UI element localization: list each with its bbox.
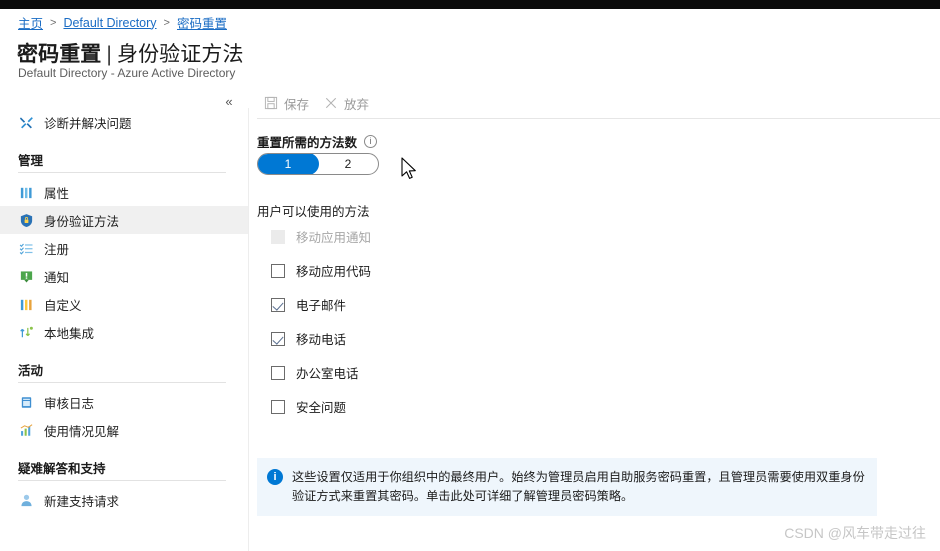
sidebar-item-label: 新建支持请求	[44, 494, 120, 509]
page-subtitle: Default Directory - Azure Active Directo…	[18, 66, 236, 80]
command-bar-divider	[257, 118, 940, 119]
sidebar-divider	[18, 382, 226, 383]
save-floppy-icon	[263, 96, 278, 111]
sidebar-item-usage-insights[interactable]: 使用情况见解	[0, 416, 248, 444]
sidebar-item-authentication-methods[interactable]: 身份验证方法	[0, 206, 248, 234]
checkbox-label: 电子邮件	[296, 299, 347, 313]
checkbox-security-questions[interactable]	[271, 399, 285, 414]
sidebar-item-registration[interactable]: 注册	[0, 234, 248, 262]
checkbox-label: 移动应用通知	[296, 231, 372, 245]
customization-bars-icon	[18, 296, 34, 312]
sidebar-item-label: 身份验证方法	[44, 214, 120, 229]
wrench-screwdriver-icon	[18, 114, 34, 130]
checkbox-row-mobile-app-code[interactable]: 移动应用代码	[271, 262, 371, 279]
properties-icon	[18, 184, 34, 200]
sidebar-item-label: 注册	[44, 242, 70, 257]
sidebar-divider	[18, 172, 226, 173]
sidebar-divider	[18, 480, 226, 481]
sidebar-group-title-support: 疑难解答和支持	[18, 462, 106, 476]
info-filled-icon: i	[267, 469, 283, 485]
sidebar-item-properties[interactable]: 属性	[0, 178, 248, 206]
sidebar-item-label: 审核日志	[44, 396, 95, 411]
page-title: 密码重置 | 身份验证方法	[17, 38, 244, 68]
checkbox-row-security-questions[interactable]: 安全问题	[271, 398, 371, 415]
sidebar-item-new-support-request[interactable]: 新建支持请求	[0, 486, 248, 514]
checkbox-row-mobile-phone[interactable]: 移动电话	[271, 330, 371, 347]
checkbox-label: 安全问题	[296, 401, 347, 415]
shield-lock-icon	[18, 212, 34, 228]
breadcrumb-item-password-reset[interactable]: 密码重置	[177, 13, 227, 32]
sidebar: 诊断并解决问题 管理 属性 身份验证方法 注册 通知 自定义 本地集成 活动 审…	[0, 108, 248, 551]
checkbox-row-mobile-app-notification: 移动应用通知	[271, 228, 371, 245]
methods-required-label: 重置所需的方法数	[257, 136, 358, 150]
notification-icon	[18, 268, 34, 284]
discard-button[interactable]: 放弃	[323, 92, 369, 114]
checkbox-label: 移动应用代码	[296, 265, 372, 279]
methods-required-toggle[interactable]: 1 2	[257, 153, 379, 175]
page-title-secondary: 身份验证方法	[116, 43, 244, 66]
audit-log-icon	[18, 394, 34, 410]
info-banner-text: 这些设置仅适用于你组织中的最终用户。始终为管理员启用自助服务密码重置，且管理员需…	[292, 468, 865, 506]
sidebar-item-customization[interactable]: 自定义	[0, 290, 248, 318]
usable-methods-list: 移动应用通知 移动应用代码 电子邮件 移动电话 办公室电话 安全问题	[271, 228, 371, 432]
methods-required-option-2[interactable]: 2	[318, 154, 378, 174]
breadcrumb-item-home[interactable]: 主页	[18, 13, 43, 32]
info-banner: i 这些设置仅适用于你组织中的最终用户。始终为管理员启用自助服务密码重置，且管理…	[257, 458, 877, 516]
sidebar-item-audit-logs[interactable]: 审核日志	[0, 388, 248, 416]
checkbox-office-phone[interactable]	[271, 365, 285, 380]
on-premises-integration-icon	[18, 324, 34, 340]
sidebar-item-label: 自定义	[44, 298, 82, 313]
methods-required-option-1[interactable]: 1	[258, 154, 319, 174]
close-x-icon	[323, 96, 338, 111]
usable-methods-label: 用户可以使用的方法	[257, 205, 370, 219]
page-title-divider: |	[106, 43, 112, 66]
info-circle-icon[interactable]: i	[364, 135, 378, 148]
content-pane: 保存 放弃 重置所需的方法数 i 1 2 用户可以使用的方法 移动应用通知 移动…	[249, 86, 940, 551]
breadcrumb-separator-icon: >	[163, 16, 170, 29]
sidebar-item-label: 使用情况见解	[44, 424, 120, 439]
checkbox-mobile-phone[interactable]	[271, 331, 285, 346]
sidebar-group-title-activity: 活动	[18, 364, 44, 378]
sidebar-item-diagnose[interactable]: 诊断并解决问题	[0, 108, 248, 136]
breadcrumb-separator-icon: >	[50, 16, 57, 29]
checkbox-mobile-app-code[interactable]	[271, 263, 285, 278]
checkbox-label: 办公室电话	[296, 367, 359, 381]
checkbox-row-email[interactable]: 电子邮件	[271, 296, 371, 313]
save-button-label: 保存	[284, 97, 310, 112]
azure-portal-screen: 主页 > Default Directory > 密码重置 密码重置 | 身份验证方…	[0, 0, 940, 551]
sidebar-item-on-premises-integration[interactable]: 本地集成	[0, 318, 248, 346]
save-button[interactable]: 保存	[263, 92, 309, 114]
sidebar-item-notifications[interactable]: 通知	[0, 262, 248, 290]
breadcrumb-item-directory[interactable]: Default Directory	[63, 16, 156, 30]
sidebar-item-label: 本地集成	[44, 326, 95, 341]
registration-list-icon	[18, 240, 34, 256]
checkbox-row-office-phone[interactable]: 办公室电话	[271, 364, 371, 381]
new-support-request-icon	[18, 492, 34, 508]
checkbox-mobile-app-notification	[271, 229, 285, 244]
sidebar-item-label: 通知	[44, 270, 70, 285]
discard-button-label: 放弃	[344, 97, 370, 112]
sidebar-group-title-manage: 管理	[18, 154, 44, 168]
sidebar-item-label: 属性	[44, 186, 70, 201]
checkbox-label: 移动电话	[296, 333, 347, 347]
top-black-bar	[0, 0, 940, 9]
usage-insights-icon	[18, 422, 34, 438]
page-title-primary: 密码重置	[17, 43, 102, 66]
breadcrumb: 主页 > Default Directory > 密码重置	[18, 13, 227, 32]
methods-required-label-group: 重置所需的方法数 i	[257, 132, 378, 151]
watermark: CSDN @风车带走过往	[784, 525, 926, 541]
checkbox-email[interactable]	[271, 297, 285, 312]
sidebar-item-label: 诊断并解决问题	[44, 116, 132, 131]
command-bar: 保存 放弃	[263, 92, 383, 114]
info-banner-link[interactable]: 单击此处可详细了解管理员密码策略。	[426, 489, 633, 503]
